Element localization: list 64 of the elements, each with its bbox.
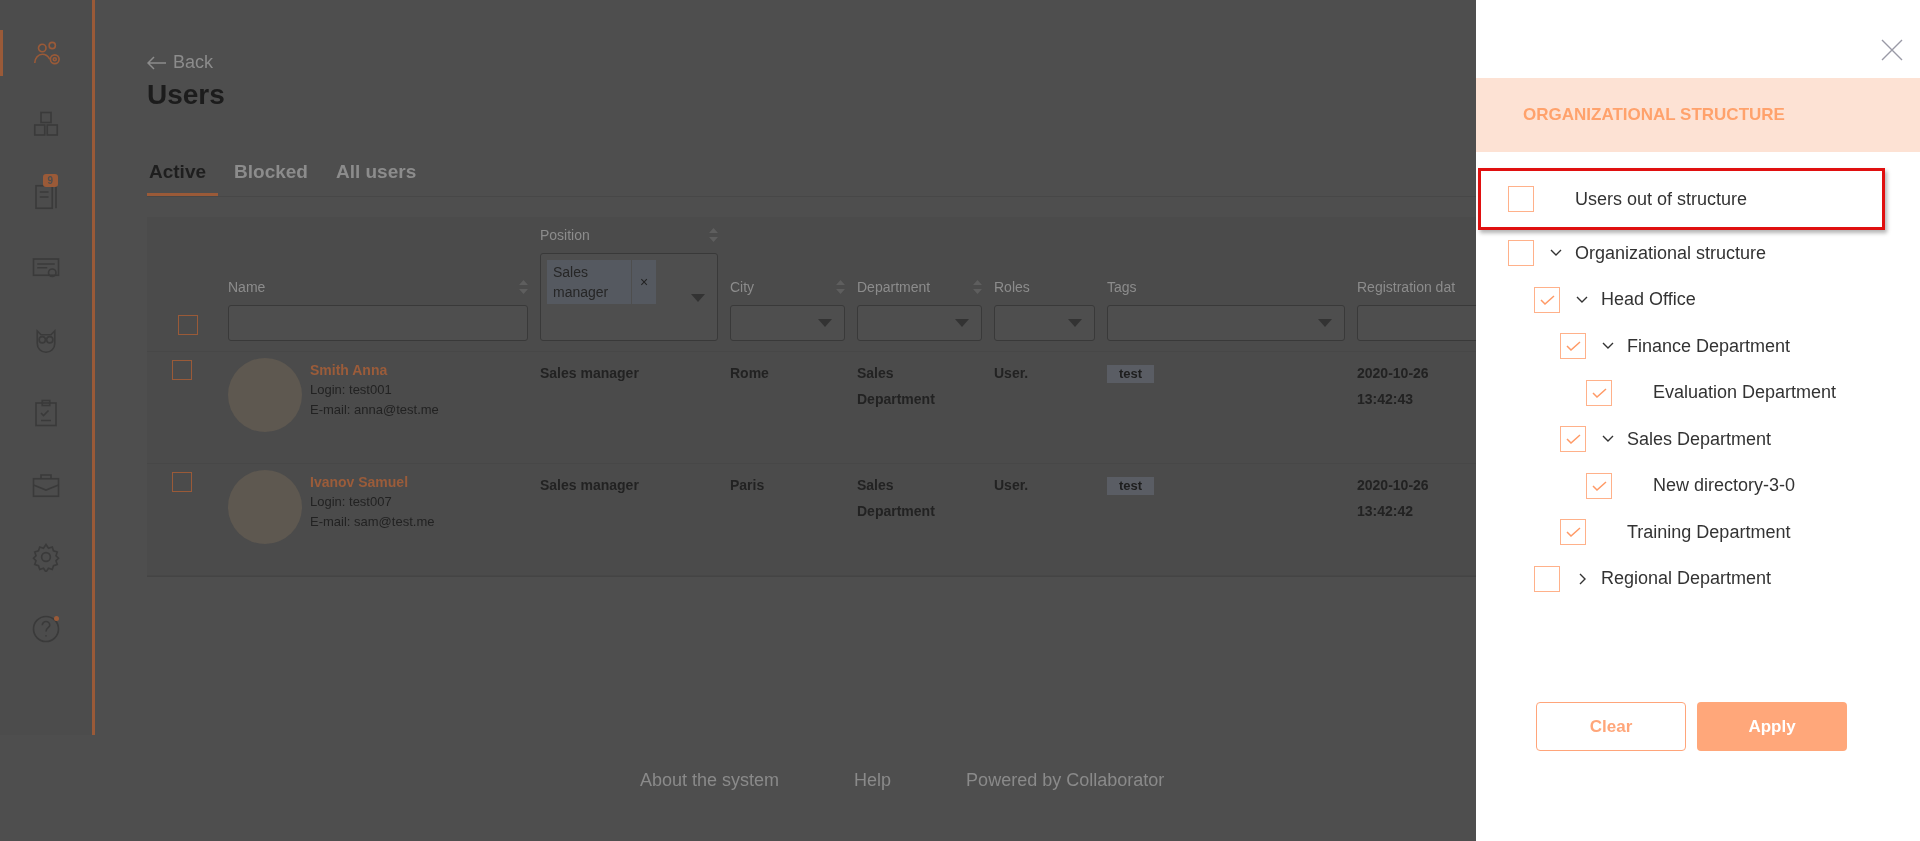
tree-checkbox[interactable]: [1534, 286, 1560, 313]
tag-label: test: [1107, 365, 1155, 383]
checkmark-icon: [1539, 294, 1555, 305]
position-filter[interactable]: Sales manager ×: [540, 253, 718, 341]
filter-chip: Sales manager: [547, 260, 632, 304]
apply-button[interactable]: Apply: [1697, 702, 1847, 751]
tag-label: test: [1107, 477, 1155, 495]
column-header: Roles: [994, 279, 1030, 295]
filter-dropdown[interactable]: [1107, 305, 1345, 341]
checkmark-icon: [1591, 480, 1607, 491]
checkmark-icon: [1565, 341, 1581, 352]
tree-item-label[interactable]: Regional Department: [1601, 568, 1772, 590]
sidebar-item[interactable]: 9: [0, 174, 94, 220]
tree-item-label[interactable]: Users out of structure: [1575, 188, 1748, 210]
help-icon: [31, 614, 61, 644]
back-link[interactable]: Back: [147, 52, 214, 73]
dropdown-caret-icon: [691, 294, 705, 302]
dropdown-caret-icon: [955, 319, 969, 327]
tree-checkbox[interactable]: [1560, 426, 1586, 453]
dropdown-caret-icon: [1068, 319, 1082, 327]
filter-dropdown[interactable]: [994, 305, 1095, 341]
tree-item-label[interactable]: Evaluation Department: [1653, 382, 1837, 404]
remove-chip-button[interactable]: ×: [632, 260, 657, 304]
select-all-checkbox[interactable]: [177, 315, 198, 335]
tree-item-label[interactable]: Sales Department: [1627, 428, 1772, 450]
column-header: City: [730, 279, 755, 295]
tree-item-label[interactable]: Training Department: [1627, 521, 1791, 543]
row-checkbox[interactable]: [171, 360, 192, 380]
notification-badge: 9: [42, 174, 59, 187]
tree-checkbox[interactable]: [1586, 379, 1612, 406]
column-header: Tags: [1107, 279, 1137, 295]
tree-item-label[interactable]: Head Office: [1601, 289, 1696, 311]
tree-checkbox[interactable]: [1508, 186, 1534, 212]
footer-link[interactable]: Help: [854, 770, 892, 791]
panel-title: ORGANIZATIONAL STRUCTURE: [1476, 78, 1920, 152]
tree-item-label[interactable]: Organizational structure: [1575, 242, 1767, 264]
dropdown-caret-icon: [1318, 319, 1332, 327]
row-checkbox[interactable]: [171, 472, 192, 492]
user-name-link[interactable]: Ivanov Samuel: [310, 472, 435, 492]
close-icon[interactable]: [1880, 38, 1904, 62]
column-header: Position: [540, 227, 590, 243]
checkmark-icon: [1591, 387, 1607, 398]
tree-checkbox[interactable]: [1560, 333, 1586, 360]
checkmark-icon: [1565, 527, 1581, 538]
column-header: Department: [857, 279, 931, 295]
tree-checkbox[interactable]: [1534, 565, 1560, 592]
filter-dropdown[interactable]: [730, 305, 845, 341]
back-arrow-icon: [147, 55, 167, 70]
footer-link[interactable]: Powered by Collaborator: [966, 770, 1165, 791]
column-header: Registration dat: [1357, 279, 1456, 295]
tab[interactable]: Blocked: [232, 161, 320, 196]
checkmark-icon: [1565, 434, 1581, 445]
tree-checkbox[interactable]: [1560, 519, 1586, 546]
column-header: Name: [228, 279, 266, 295]
tree-checkbox[interactable]: [1508, 240, 1534, 267]
dropdown-caret-icon: [818, 319, 832, 327]
tree-checkbox[interactable]: [1586, 472, 1612, 499]
tab[interactable]: All users: [333, 161, 429, 196]
user-name-link[interactable]: Smith Anna: [310, 360, 439, 380]
filter-dropdown[interactable]: [857, 305, 982, 341]
tree-item-label[interactable]: New directory-3-0: [1653, 475, 1796, 497]
clear-button[interactable]: Clear: [1536, 702, 1686, 751]
tree-item-label[interactable]: Finance Department: [1627, 335, 1791, 357]
footer-link[interactable]: About the system: [640, 770, 780, 791]
